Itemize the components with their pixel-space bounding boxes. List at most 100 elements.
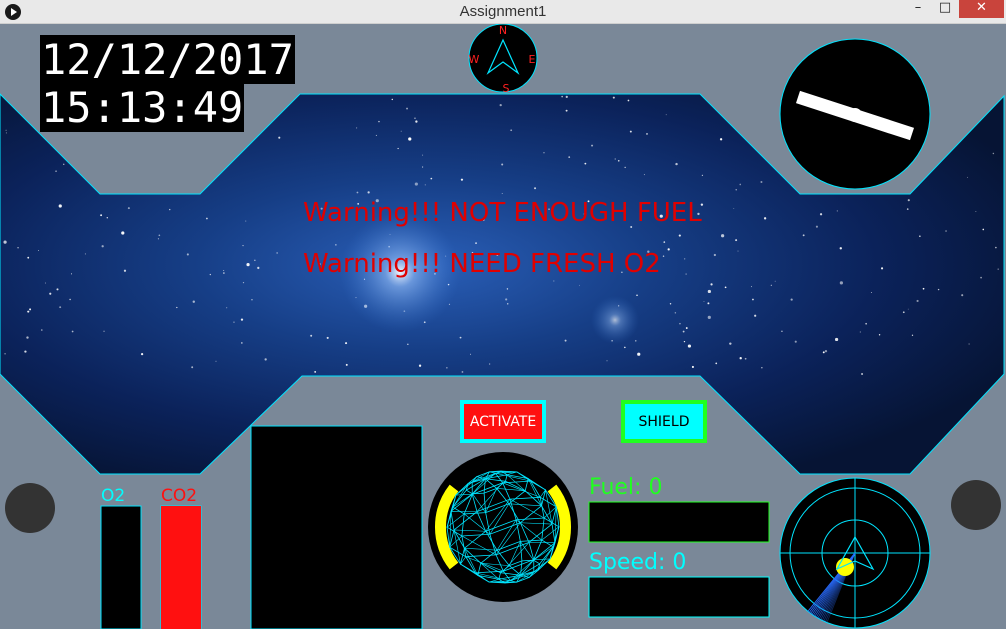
star — [378, 120, 380, 123]
star — [459, 336, 462, 339]
star — [627, 99, 630, 102]
star — [715, 362, 718, 365]
star — [836, 210, 838, 212]
shield-button[interactable]: SHIELD — [621, 400, 707, 443]
star — [643, 174, 645, 176]
star — [636, 294, 638, 296]
star — [703, 300, 705, 302]
star — [254, 259, 256, 261]
star — [750, 286, 753, 288]
title-bar[interactable]: Assignment1 – □ ✕ — [0, 0, 1006, 24]
star — [761, 367, 763, 369]
star — [158, 234, 161, 237]
star — [418, 364, 422, 367]
star — [564, 339, 567, 342]
app-window: Assignment1 – □ ✕ N E S W 12/12/2017 15:… — [0, 0, 1006, 629]
star — [488, 363, 491, 365]
star — [140, 353, 144, 356]
star — [422, 166, 424, 168]
star — [470, 353, 472, 355]
star — [880, 267, 884, 270]
star — [192, 300, 195, 303]
star — [794, 340, 797, 343]
star — [123, 269, 127, 272]
co2-label: CO2 — [161, 486, 198, 506]
star — [561, 95, 563, 98]
star — [186, 253, 189, 256]
star — [679, 322, 681, 325]
star — [314, 371, 317, 373]
star — [624, 346, 626, 349]
compass-west: W — [469, 53, 480, 66]
star — [906, 208, 909, 210]
fuel-warning: Warning!!! NOT ENOUGH FUEL — [303, 198, 702, 228]
star — [506, 288, 509, 290]
star — [127, 207, 130, 210]
speed-bar — [588, 576, 770, 618]
star — [781, 330, 783, 332]
star — [505, 298, 508, 301]
star — [121, 231, 125, 235]
star — [499, 104, 502, 107]
star — [345, 363, 348, 366]
star — [257, 266, 260, 270]
star — [646, 133, 648, 135]
star — [707, 289, 711, 294]
fuel-label: Fuel: 0 — [589, 475, 663, 500]
star — [264, 358, 267, 361]
star — [739, 357, 742, 360]
star — [724, 286, 727, 289]
star — [101, 245, 104, 248]
star — [992, 152, 995, 155]
nebula-glow-small — [591, 296, 639, 344]
star — [553, 280, 555, 282]
star — [414, 182, 418, 186]
minimize-button[interactable]: – — [905, 0, 931, 18]
star — [790, 298, 793, 301]
star — [997, 268, 999, 270]
star — [44, 282, 47, 284]
star — [584, 162, 587, 165]
star — [565, 95, 568, 99]
star — [614, 158, 616, 160]
star — [760, 180, 763, 183]
star — [310, 334, 313, 337]
star — [637, 352, 641, 356]
star — [157, 238, 159, 240]
compass-east: E — [529, 53, 536, 66]
close-button[interactable]: ✕ — [959, 0, 1004, 18]
activate-button[interactable]: ACTIVATE — [460, 400, 546, 443]
star — [729, 342, 732, 345]
star — [400, 130, 402, 132]
horizon-pivot — [848, 108, 862, 122]
star — [278, 136, 281, 139]
star — [507, 303, 509, 305]
date-time-display: 12/12/2017 15:13:49 — [40, 35, 297, 132]
star — [27, 310, 30, 313]
star — [579, 284, 580, 286]
star — [739, 183, 742, 186]
star — [665, 114, 667, 116]
star — [591, 144, 594, 147]
star — [663, 241, 666, 243]
star — [501, 193, 503, 194]
star — [937, 288, 940, 291]
left-side-knob[interactable] — [5, 483, 55, 533]
star — [707, 315, 711, 320]
star — [49, 292, 52, 295]
star — [226, 307, 228, 309]
star — [687, 344, 692, 348]
star — [685, 327, 688, 330]
star — [251, 299, 253, 301]
star — [802, 234, 805, 237]
star — [624, 166, 626, 169]
star — [839, 281, 843, 285]
o2-warning: Warning!!! NEED FRESH O2 — [303, 249, 661, 279]
star — [907, 308, 909, 310]
maximize-button[interactable]: □ — [932, 0, 958, 18]
star — [69, 298, 71, 301]
star — [5, 129, 7, 131]
right-side-knob[interactable] — [951, 480, 1001, 530]
star — [176, 306, 178, 309]
star — [55, 170, 57, 172]
